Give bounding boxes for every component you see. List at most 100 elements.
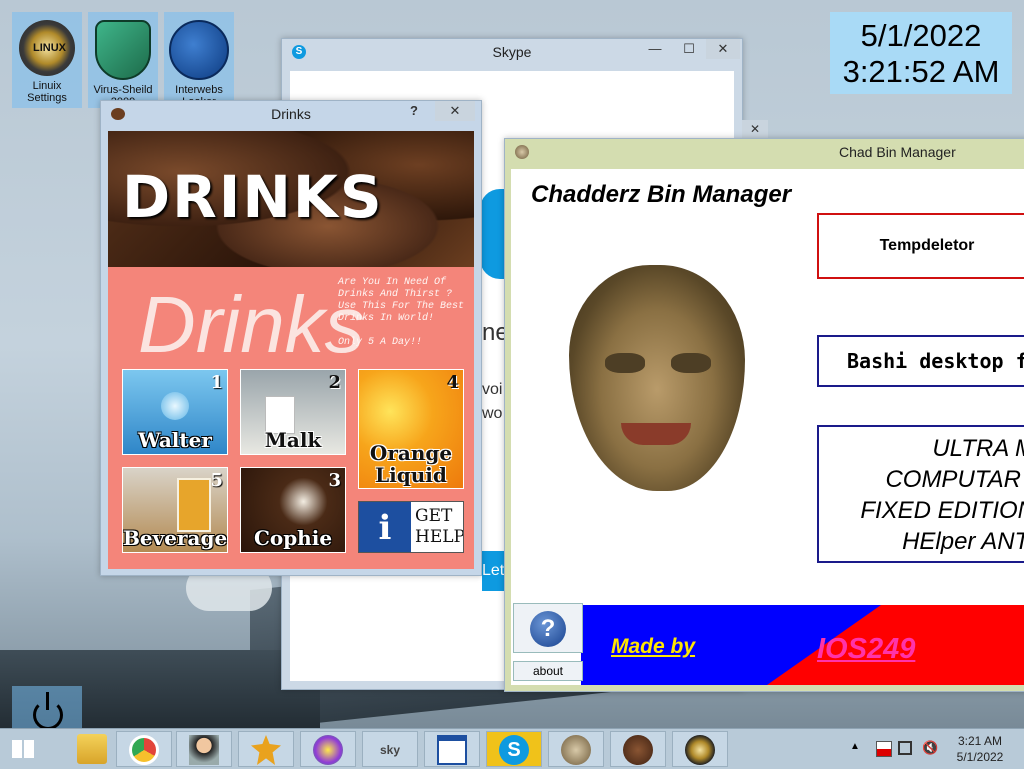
chad-bin-manager-window[interactable]: Chad Bin Manager Chadderz Bin Manager Te… bbox=[504, 138, 1024, 692]
drinks-window-title: Drinks bbox=[271, 106, 311, 122]
chrome-icon bbox=[129, 735, 159, 765]
power-shortcut[interactable] bbox=[12, 686, 82, 730]
linuix-settings-icon: LINUX bbox=[19, 20, 75, 76]
ultra-computar-button[interactable]: ULTRA M COMPUTAR FIXED EDITION HElper AN… bbox=[817, 425, 1024, 563]
face-eye bbox=[671, 353, 711, 373]
taskbar-skype[interactable]: S bbox=[486, 731, 542, 767]
made-by-banner: Made by IOS249 bbox=[581, 605, 1024, 685]
skype-window-title: Skype bbox=[492, 44, 532, 60]
desktop-icon-interwebs-looker[interactable]: Interwebs Looker bbox=[164, 12, 234, 108]
tile-number: 1 bbox=[210, 372, 223, 393]
chad-window-title: Chad Bin Manager bbox=[839, 144, 956, 160]
drinks-blurb-text: Are You In Need Of Drinks And Thirst ? U… bbox=[338, 277, 465, 324]
question-icon: ? bbox=[530, 611, 566, 647]
taskbar-face-app[interactable] bbox=[548, 731, 604, 767]
beer-glass-icon bbox=[177, 478, 211, 532]
tile-label: Beverage bbox=[123, 526, 228, 550]
person-icon bbox=[189, 735, 219, 765]
desktop-icon-virus-sheild[interactable]: Virus-Sheild 2009 bbox=[88, 12, 158, 108]
tile-number: 3 bbox=[328, 470, 341, 491]
close-button[interactable]: ✕ bbox=[435, 101, 475, 121]
clock-date: 5/1/2022 bbox=[860, 18, 982, 53]
window-app-icon bbox=[437, 735, 467, 765]
drink-tile-walter[interactable]: 1 Walter bbox=[122, 369, 228, 455]
bashi-desktop-button[interactable]: Bashi desktop fre bbox=[817, 335, 1024, 387]
skype-icon: S bbox=[499, 735, 529, 765]
ultra-line-3: FIXED EDITION bbox=[860, 497, 1024, 524]
linuix-icon bbox=[685, 735, 715, 765]
power-icon-bar bbox=[46, 692, 49, 710]
coffee-icon bbox=[623, 735, 653, 765]
taskbar-person-app[interactable] bbox=[176, 731, 232, 767]
face-eye bbox=[605, 353, 645, 373]
tile-label: Orange Liquid bbox=[369, 441, 453, 487]
help-button[interactable]: ? bbox=[513, 603, 583, 653]
drinks-header: DRINKS bbox=[122, 163, 384, 231]
author-link[interactable]: IOS249 bbox=[817, 633, 915, 666]
face-mouth bbox=[621, 423, 691, 445]
action-center-flag-icon[interactable] bbox=[876, 741, 892, 757]
chad-content: Chadderz Bin Manager Tempdeletor Bashi d… bbox=[511, 169, 1024, 685]
coffee-bean-icon bbox=[111, 108, 125, 120]
taskbar-window-app[interactable] bbox=[424, 731, 480, 767]
desktop-icon-label: Linuix Settings bbox=[27, 80, 67, 104]
tile-number: 2 bbox=[328, 372, 341, 393]
taskbar-coffee-app[interactable] bbox=[610, 731, 666, 767]
drinks-blurb: Are You In Need Of Drinks And Thirst ? U… bbox=[338, 277, 472, 349]
skype-partial-text-3: wo bbox=[482, 405, 503, 422]
desktop-clock: 5/1/2022 3:21:52 AM bbox=[830, 12, 1012, 94]
taskbar: sky S ▲ 🔇 3:21 AM 5/1/2022 bbox=[0, 728, 1024, 769]
taskbar-badge-app[interactable] bbox=[238, 731, 294, 767]
chad-titlebar[interactable]: Chad Bin Manager bbox=[505, 139, 1024, 165]
tile-number: 5 bbox=[210, 470, 223, 491]
drinks-ghost-title: Drinks bbox=[138, 280, 365, 369]
get-help-tile[interactable]: i GET HELP bbox=[358, 501, 464, 553]
drinks-titlebar[interactable]: Drinks ? ✕ bbox=[101, 101, 481, 127]
taskbar-sky-app[interactable]: sky bbox=[362, 731, 418, 767]
face-app-icon bbox=[561, 735, 591, 765]
tile-number: 4 bbox=[446, 372, 459, 393]
drink-tile-orange-liquid[interactable]: 4 Orange Liquid bbox=[358, 369, 464, 489]
chad-heading: Chadderz Bin Manager bbox=[531, 181, 792, 208]
drinks-window[interactable]: Drinks ? ✕ DRINKS Drinks Are You In Need… bbox=[100, 100, 482, 576]
show-hidden-icons-button[interactable]: ▲ bbox=[850, 741, 860, 752]
ultra-line-4: HElper ANT- bbox=[902, 528, 1024, 555]
taskbar-purple-app[interactable] bbox=[300, 731, 356, 767]
help-button[interactable]: ? bbox=[397, 101, 431, 121]
clock-time: 3:21:52 AM bbox=[842, 54, 1000, 89]
about-button[interactable]: about bbox=[513, 661, 583, 681]
taskbar-linuix-app[interactable] bbox=[672, 731, 728, 767]
taskbar-time: 3:21 AM bbox=[957, 734, 1003, 748]
taskbar-chrome[interactable] bbox=[116, 731, 172, 767]
purple-app-icon bbox=[313, 735, 343, 765]
drink-tile-malk[interactable]: 2 Malk bbox=[240, 369, 346, 455]
get-help-label: GET HELP bbox=[415, 506, 464, 547]
start-button[interactable] bbox=[6, 733, 40, 765]
info-icon: i bbox=[359, 502, 411, 552]
maximize-button[interactable]: ☐ bbox=[672, 39, 706, 59]
taskbar-clock[interactable]: 3:21 AM 5/1/2022 bbox=[940, 733, 1020, 765]
drink-tile-cophie[interactable]: 3 Cophie bbox=[240, 467, 346, 553]
close-button[interactable]: ✕ bbox=[706, 39, 740, 59]
globe-icon bbox=[169, 20, 229, 80]
drink-tile-beverage[interactable]: 5 Beverage bbox=[122, 467, 228, 553]
shield-icon bbox=[95, 20, 151, 80]
minimize-button[interactable]: — bbox=[638, 39, 672, 59]
skype-small-icon: S bbox=[292, 45, 306, 59]
background-window-close-button[interactable]: ✕ bbox=[742, 120, 768, 138]
ultra-line-1: ULTRA M bbox=[932, 435, 1024, 462]
tile-label: Walter bbox=[138, 428, 212, 452]
file-explorer-icon bbox=[77, 734, 107, 764]
badge-icon bbox=[251, 735, 281, 765]
tempdeletor-button[interactable]: Tempdeletor bbox=[817, 213, 1024, 279]
taskbar-file-explorer[interactable] bbox=[64, 731, 120, 767]
network-icon[interactable] bbox=[898, 741, 912, 755]
desktop-icon-linuix-settings[interactable]: LINUX Linuix Settings bbox=[12, 12, 82, 108]
taskbar-date: 5/1/2022 bbox=[956, 750, 1004, 764]
volume-muted-icon[interactable]: 🔇 bbox=[922, 740, 938, 756]
tile-label: Cophie bbox=[253, 526, 333, 550]
chad-app-icon bbox=[515, 145, 529, 159]
skype-titlebar[interactable]: S Skype — ☐ ✕ bbox=[282, 39, 742, 65]
sky-app-icon: sky bbox=[379, 743, 401, 757]
windows-icon bbox=[12, 740, 34, 758]
